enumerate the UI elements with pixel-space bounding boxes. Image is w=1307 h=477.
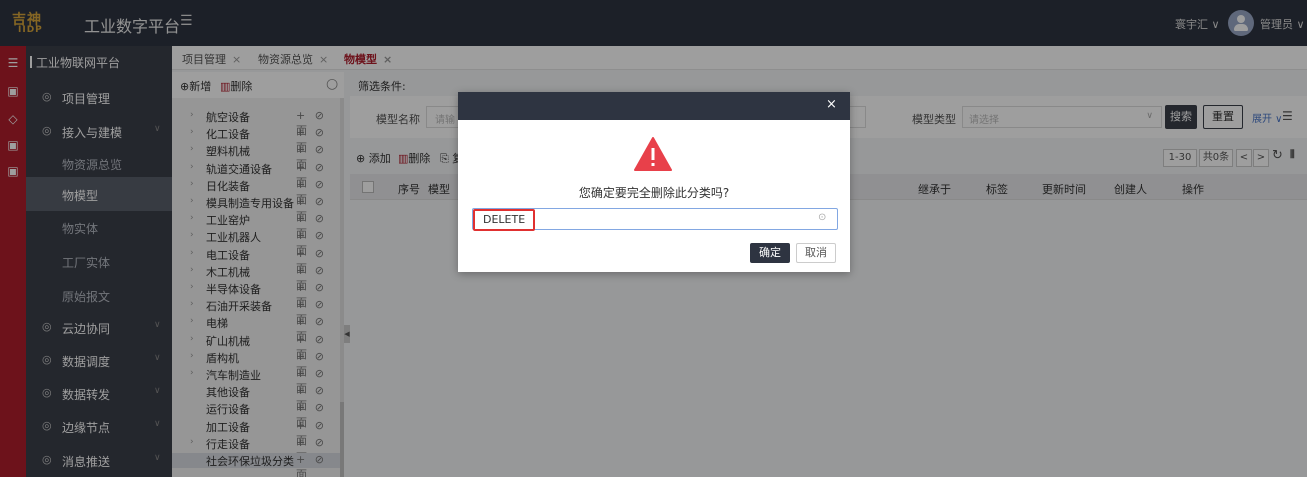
confirm-delete-dialog: × 您确定要完全删除此分类吗? DELETE ⊙ 确定 取消 bbox=[458, 92, 850, 272]
dialog-message: 您确定要完全删除此分类吗? bbox=[578, 186, 730, 200]
warning-icon bbox=[634, 137, 672, 171]
app-window: 吉神 IIDP 工业数字平台 ☰ 寰宇汇 ∨ 管理员 ∨ ☰ ▣ ◇ ▣ ▣ 工… bbox=[0, 0, 1307, 477]
input-highlight-box bbox=[473, 209, 535, 231]
close-icon[interactable]: × bbox=[826, 98, 837, 112]
confirm-button[interactable]: 确定 bbox=[750, 243, 790, 263]
clear-input-icon[interactable]: ⊙ bbox=[818, 212, 826, 223]
dialog-header: × bbox=[458, 92, 850, 120]
cancel-button[interactable]: 取消 bbox=[796, 243, 836, 263]
